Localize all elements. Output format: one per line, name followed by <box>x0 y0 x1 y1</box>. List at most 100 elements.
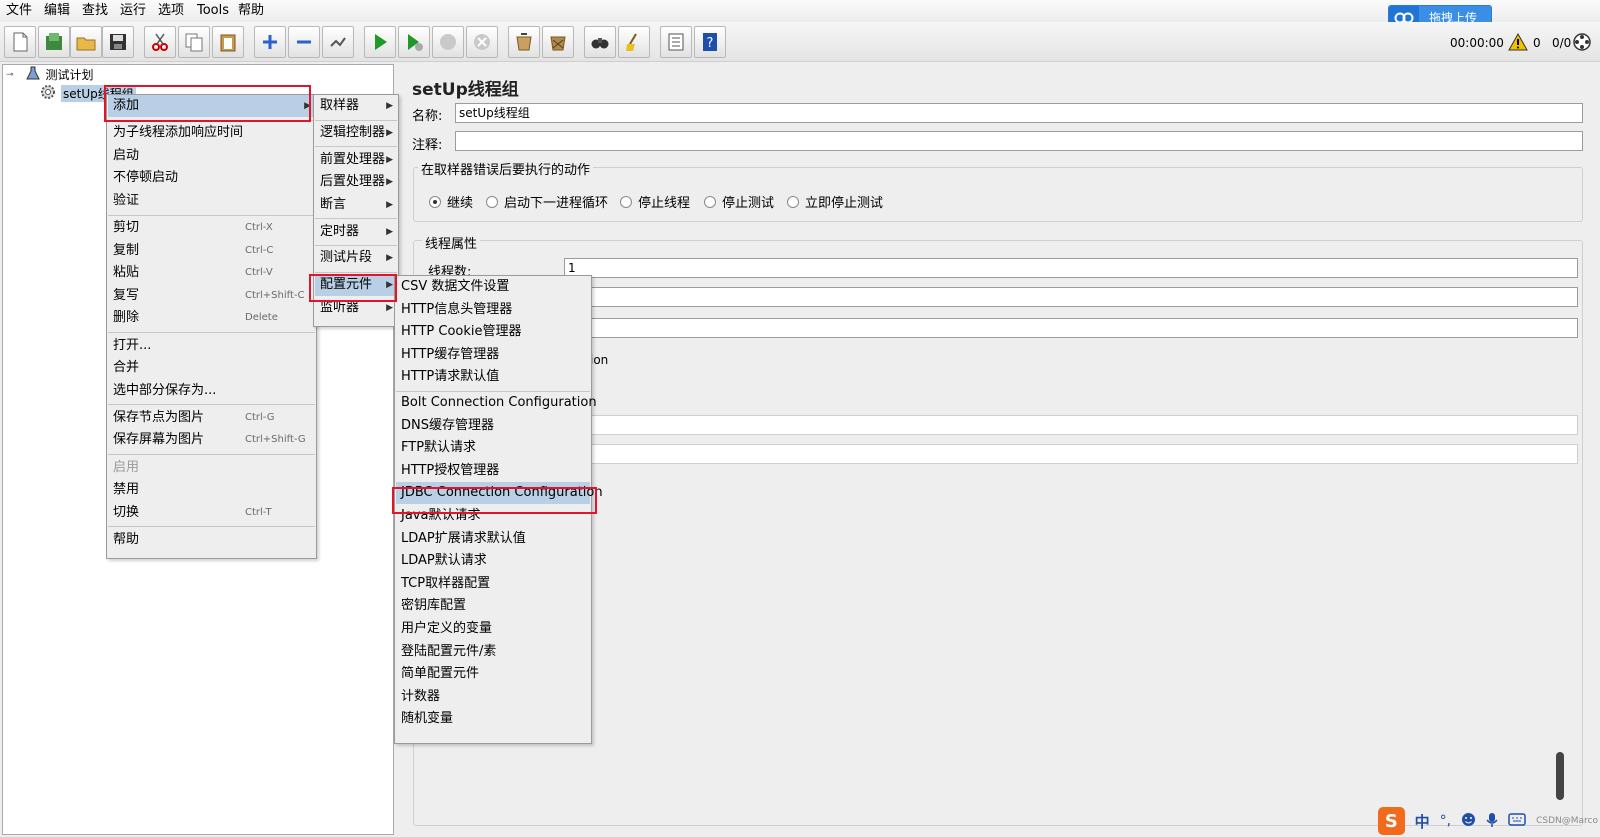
start-no-pause-icon[interactable] <box>398 26 430 58</box>
menu-item[interactable]: Java默认请求 <box>396 505 590 527</box>
menu-item[interactable]: 保存屏幕为图片 Ctrl+Shift-G <box>108 429 315 451</box>
clear-all-icon[interactable] <box>542 26 574 58</box>
function-helper-icon[interactable] <box>660 26 692 58</box>
menu-item[interactable]: HTTP授权管理器 <box>396 460 590 482</box>
save-icon[interactable] <box>102 26 134 58</box>
templates-icon[interactable] <box>38 26 70 58</box>
menu-options[interactable]: 选项 <box>158 3 184 19</box>
comment-field[interactable] <box>455 131 1583 151</box>
cut-icon[interactable] <box>144 26 176 58</box>
menu-search[interactable]: 查找 <box>82 3 108 19</box>
menu-item[interactable]: 简单配置元件 <box>396 663 590 685</box>
menu-item[interactable]: 选中部分保存为... <box>108 380 315 402</box>
menu-item[interactable]: 验证 <box>108 190 315 212</box>
shutdown-icon[interactable] <box>466 26 498 58</box>
menu-item[interactable]: LDAP默认请求 <box>396 550 590 572</box>
search-icon[interactable] <box>584 26 616 58</box>
emoji-icon[interactable] <box>1461 812 1476 830</box>
menu-tools[interactable]: Tools <box>197 3 229 19</box>
menu-item[interactable]: 前置处理器 ▶ <box>315 149 397 171</box>
menu-item[interactable]: 禁用 <box>108 479 315 501</box>
radio-stop-thread[interactable]: 停止线程 <box>620 192 690 211</box>
menu-run[interactable]: 运行 <box>120 3 146 19</box>
menu-item[interactable]: 后置处理器 ▶ <box>315 171 397 193</box>
scrollbar-thumb[interactable] <box>1556 752 1564 800</box>
menu-item[interactable]: 不停顿启动 <box>108 167 315 189</box>
ime-lang-toggle[interactable]: 中 <box>1415 811 1430 832</box>
sogou-ime-icon[interactable]: S <box>1378 807 1405 835</box>
ime-punct-toggle[interactable]: °, <box>1440 813 1451 829</box>
help-icon[interactable]: ? <box>694 26 726 58</box>
menu-item[interactable]: 添加 ▶ <box>108 95 315 117</box>
menu-item[interactable]: HTTP请求默认值 <box>396 366 590 388</box>
menu-item[interactable]: 打开... <box>108 335 315 357</box>
menu-item[interactable]: 断言 ▶ <box>315 194 397 216</box>
menu-item[interactable]: 为子线程添加响应时间 <box>108 122 315 144</box>
reset-search-icon[interactable] <box>618 26 650 58</box>
menu-item-label: HTTP Cookie管理器 <box>401 324 522 340</box>
name-field[interactable]: setUp线程组 <box>455 103 1583 123</box>
menu-help[interactable]: 帮助 <box>238 3 264 19</box>
tree-node-test-plan[interactable]: ⊸ 测试计划 <box>6 66 94 83</box>
radio-start-next-loop[interactable]: 启动下一进程循环 <box>486 192 608 211</box>
menu-item[interactable]: HTTP缓存管理器 <box>396 344 590 366</box>
menu-item[interactable]: 配置元件 ▶ <box>315 274 397 297</box>
menu-item[interactable]: 逻辑控制器 ▶ <box>315 122 397 144</box>
menu-item[interactable]: 登陆配置元件/素 <box>396 641 590 663</box>
expand-all-icon[interactable] <box>254 26 286 58</box>
menu-item[interactable]: TCP取样器配置 <box>396 573 590 595</box>
menu-item[interactable]: 取样器 ▶ <box>315 95 397 117</box>
menu-item[interactable]: 删除 Delete <box>108 307 315 329</box>
ime-toolbar[interactable]: S 中 °, CSDN@Marco <box>1374 807 1598 835</box>
menu-item[interactable]: 剪切 Ctrl-X <box>108 217 315 239</box>
menu-item[interactable]: 监听器 ▶ <box>315 297 397 319</box>
ramp-up-field[interactable] <box>564 287 1578 307</box>
menu-item[interactable]: 复制 Ctrl-C <box>108 240 315 262</box>
copy-icon[interactable] <box>178 26 210 58</box>
loop-count-field[interactable] <box>564 318 1578 338</box>
menu-item[interactable]: DNS缓存管理器 <box>396 415 590 437</box>
open-icon[interactable] <box>70 26 102 58</box>
menu-item[interactable]: HTTP Cookie管理器 <box>396 321 590 343</box>
menu-item[interactable]: 帮助 <box>108 529 315 551</box>
menu-item[interactable]: 保存节点为图片 Ctrl-G <box>108 407 315 429</box>
paste-icon[interactable] <box>212 26 244 58</box>
menu-item[interactable]: 计数器 <box>396 686 590 708</box>
menu-item[interactable]: 用户定义的变量 <box>396 618 590 640</box>
new-icon[interactable] <box>4 26 36 58</box>
menu-item[interactable]: HTTP信息头管理器 <box>396 299 590 321</box>
menu-item[interactable]: LDAP扩展请求默认值 <box>396 528 590 550</box>
microphone-icon[interactable] <box>1486 812 1498 831</box>
menu-item-label: HTTP授权管理器 <box>401 462 500 478</box>
menu-file[interactable]: 文件 <box>6 3 32 19</box>
menu-item[interactable]: 粘贴 Ctrl-V <box>108 262 315 284</box>
menu-item[interactable]: 切换 Ctrl-T <box>108 502 315 524</box>
startup-delay-field[interactable] <box>564 444 1578 464</box>
warning-icon[interactable] <box>1508 32 1528 54</box>
menu-item[interactable]: 定时器 ▶ <box>315 221 397 243</box>
clear-icon[interactable] <box>508 26 540 58</box>
menu-item[interactable]: 启动 <box>108 145 315 167</box>
menu-item[interactable]: 随机变量 <box>396 708 590 730</box>
menu-item[interactable]: 密钥库配置 <box>396 595 590 617</box>
tree-toggle-icon[interactable]: ⊸ <box>6 70 14 80</box>
menu-item[interactable]: CSV 数据文件设置 <box>396 276 590 298</box>
collapse-all-icon[interactable] <box>288 26 320 58</box>
menu-item[interactable]: 合并 <box>108 357 315 379</box>
threads-field[interactable]: 1 <box>564 258 1578 278</box>
menu-item[interactable]: 启用 <box>108 457 315 479</box>
radio-stop-test-now[interactable]: 立即停止测试 <box>787 192 883 211</box>
duration-field[interactable] <box>564 415 1578 435</box>
start-icon[interactable] <box>364 26 396 58</box>
menu-edit[interactable]: 编辑 <box>44 3 70 19</box>
menu-item[interactable]: Bolt Connection Configuration <box>396 392 597 414</box>
menu-item[interactable]: 测试片段 ▶ <box>315 247 397 269</box>
menu-item[interactable]: FTP默认请求 <box>396 437 590 459</box>
stop-icon[interactable] <box>432 26 464 58</box>
radio-continue[interactable]: 继续 <box>429 192 473 211</box>
keyboard-icon[interactable] <box>1508 813 1526 829</box>
menu-item[interactable]: 复写 Ctrl+Shift-C <box>108 285 315 307</box>
toggle-icon[interactable] <box>322 26 354 58</box>
menu-item[interactable]: JDBC Connection Configuration <box>396 482 603 505</box>
radio-stop-test[interactable]: 停止测试 <box>704 192 774 211</box>
